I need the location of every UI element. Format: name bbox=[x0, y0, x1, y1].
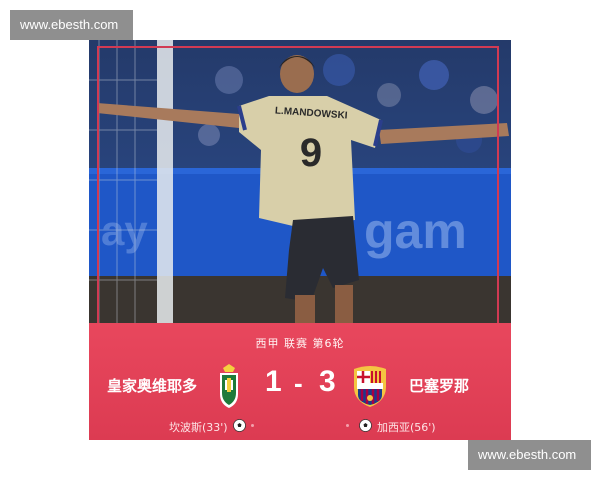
stand-board-text: gam bbox=[364, 203, 467, 259]
home-goal-scorer: 坎波斯(33') bbox=[169, 421, 228, 434]
watermark-top: www.ebesth.com bbox=[10, 10, 133, 40]
watermark-bottom: www.ebesth.com bbox=[468, 440, 591, 470]
score-separator: - bbox=[294, 368, 303, 398]
football-icon bbox=[359, 419, 372, 432]
scoreboard: 西甲 联赛 第6轮 皇家奥维耶多 1 - 3 巴塞罗那 坎波斯(33') 加西亚… bbox=[89, 323, 511, 440]
match-result-card: gam ay L.MANDOWSKI 9 西甲 联赛 第6轮 皇家奥维耶多 1 … bbox=[89, 40, 511, 440]
jersey-number: 9 bbox=[300, 131, 322, 175]
real-oviedo-crest-icon bbox=[220, 364, 238, 408]
league-round: 西甲 联赛 第6轮 bbox=[255, 337, 345, 350]
celebration-photo: gam ay L.MANDOWSKI 9 bbox=[89, 40, 511, 323]
football-icon bbox=[233, 419, 246, 432]
away-goal-scorer: 加西亚(56') bbox=[377, 421, 436, 434]
separator-dot bbox=[251, 424, 254, 427]
home-score: 1 bbox=[265, 365, 282, 398]
separator-dot bbox=[346, 424, 349, 427]
away-team-name: 巴塞罗那 bbox=[409, 377, 470, 395]
fc-barcelona-crest-icon bbox=[354, 366, 386, 407]
away-score: 3 bbox=[319, 365, 336, 398]
home-team-name: 皇家奥维耶多 bbox=[107, 377, 198, 395]
